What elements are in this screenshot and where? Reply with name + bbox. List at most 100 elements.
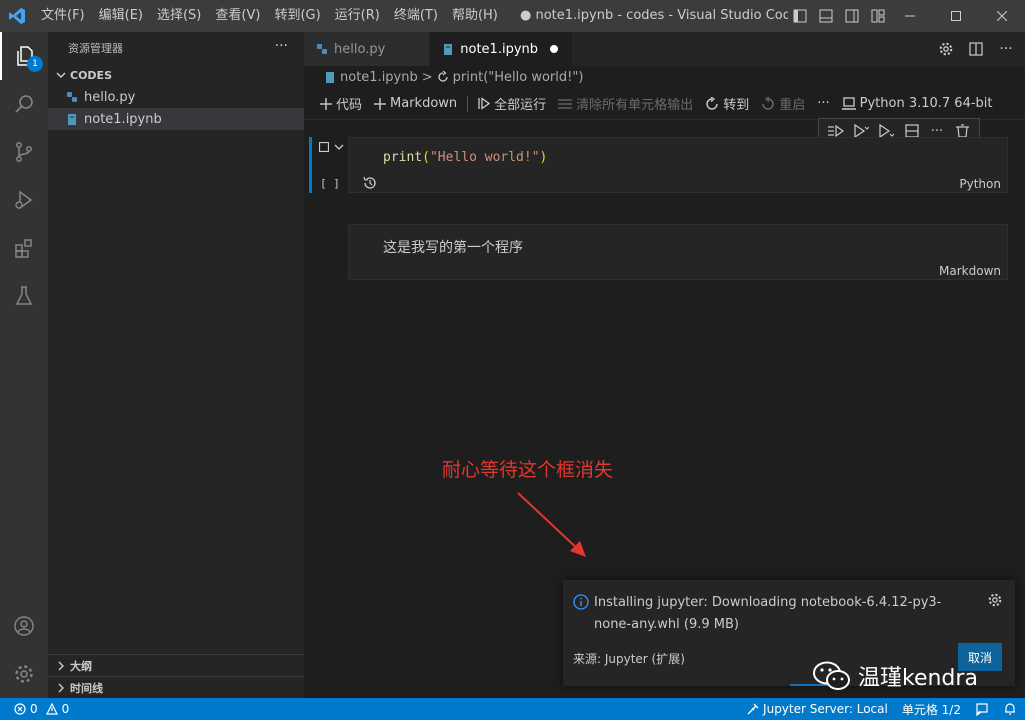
warning-count: 0 [61, 702, 70, 716]
outline-title: 大纲 [70, 659, 92, 673]
cell-language[interactable]: Python [959, 177, 1001, 191]
explorer-icon[interactable]: 1 [0, 32, 48, 80]
explorer-sidebar: 资源管理器 ··· CODES hello.py note1.ipynb 大纲 … [48, 32, 304, 698]
watermark-text: 温瑾kendra [858, 666, 978, 691]
maximize-icon[interactable] [933, 0, 979, 32]
info-icon [573, 594, 589, 614]
menu-run[interactable]: 运行(R) [328, 0, 387, 32]
restart-label: 重启 [779, 98, 806, 113]
run-all-icon [478, 97, 491, 110]
markdown-cell[interactable]: 这是我写的第一个程序 Markdown [348, 224, 1008, 280]
breadcrumb-symbol[interactable]: print("Hello world!") [453, 70, 584, 85]
menu-edit[interactable]: 编辑(E) [92, 0, 150, 32]
accounts-icon[interactable] [0, 602, 48, 650]
restart-icon [761, 96, 775, 111]
folder-section[interactable]: CODES [48, 64, 304, 86]
run-all-label: 全部运行 [494, 98, 547, 113]
execution-count: [ ] [320, 177, 340, 190]
file-item-hello-py[interactable]: hello.py [48, 86, 304, 108]
code-cell[interactable]: print("Hello world!") Python [348, 137, 1008, 193]
notification-settings-gear-icon[interactable] [987, 592, 1003, 612]
markdown-text: 这是我写的第一个程序 [383, 240, 523, 256]
tab-label: note1.ipynb [460, 41, 539, 57]
search-icon[interactable] [0, 80, 48, 128]
python-file-icon [64, 89, 80, 105]
toolbar-more-button[interactable]: ··· [811, 92, 835, 116]
toggle-sidebar-icon[interactable] [790, 6, 810, 26]
source-control-icon[interactable] [0, 128, 48, 176]
toggle-panel-icon[interactable] [816, 6, 836, 26]
manage-gear-icon[interactable] [0, 650, 48, 698]
kernel-picker[interactable]: Python 3.10.7 64-bit [836, 92, 999, 116]
testing-icon[interactable] [0, 272, 48, 320]
goto-button[interactable]: 转到 [699, 92, 755, 116]
file-item-note1-ipynb[interactable]: note1.ipynb [48, 108, 304, 130]
menu-selection[interactable]: 选择(S) [150, 0, 208, 32]
code-line[interactable]: print("Hello world!") [383, 150, 547, 165]
tab-note1-ipynb[interactable]: note1.ipynb [430, 32, 574, 66]
python-file-icon [316, 43, 328, 55]
menu-view[interactable]: 查看(V) [208, 0, 267, 32]
breadcrumb-file[interactable]: note1.ipynb [340, 70, 418, 85]
menu-help[interactable]: 帮助(H) [445, 0, 505, 32]
menu-go[interactable]: 转到(G) [267, 0, 327, 32]
notifications-bell-icon[interactable] [1003, 702, 1017, 716]
breadcrumb: note1.ipynb > print("Hello world!") [304, 66, 1025, 88]
code-token-function: print [383, 150, 423, 165]
vscode-logo-icon [0, 0, 34, 32]
add-markdown-cell-button[interactable]: Markdown [368, 92, 463, 116]
clear-outputs-button[interactable]: 清除所有单元格输出 [552, 92, 699, 116]
chevron-right-icon [54, 683, 68, 693]
cell-position[interactable]: 单元格 1/2 [902, 701, 961, 718]
outline-section[interactable]: 大纲 [48, 654, 304, 676]
annotation-arrow-icon [517, 492, 586, 557]
menu-file[interactable]: 文件(F) [34, 0, 92, 32]
settings-gear-icon[interactable] [935, 38, 957, 60]
jupyter-server-label: Jupyter Server: Local [763, 702, 888, 716]
restart-button[interactable]: 重启 [755, 92, 811, 116]
folder-name: CODES [70, 68, 112, 82]
title-bar: 文件(F) 编辑(E) 选择(S) 查看(V) 转到(G) 运行(R) 终端(T… [0, 0, 1025, 32]
notification-source: 来源: Jupyter (扩展) [573, 652, 685, 666]
clear-outputs-label: 清除所有单元格输出 [576, 98, 694, 113]
explorer-badge: 1 [27, 56, 43, 72]
timeline-title: 时间线 [70, 681, 103, 695]
editor-actions: ··· [935, 32, 1017, 66]
menu-bar: 文件(F) 编辑(E) 选择(S) 查看(V) 转到(G) 运行(R) 终端(T… [34, 0, 505, 32]
code-token-paren: ) [539, 150, 548, 165]
sidebar-more-button[interactable]: ··· [275, 38, 288, 54]
jupyter-server-status[interactable]: Jupyter Server: Local [747, 702, 888, 716]
window-controls [887, 0, 1025, 32]
unsaved-dot-icon[interactable] [550, 45, 559, 53]
cell-collapse-chevron-icon[interactable] [334, 141, 344, 156]
cell-checkbox-icon[interactable] [318, 141, 330, 156]
feedback-icon[interactable] [975, 702, 989, 716]
error-count: 0 [30, 702, 38, 716]
menu-terminal[interactable]: 终端(T) [387, 0, 445, 32]
timeline-section[interactable]: 时间线 [48, 676, 304, 698]
run-debug-icon[interactable] [0, 176, 48, 224]
cell-language[interactable]: Markdown [939, 264, 1001, 278]
tab-bar: hello.py note1.ipynb ··· [304, 32, 1025, 66]
split-editor-icon[interactable] [965, 38, 987, 60]
history-icon[interactable] [363, 176, 377, 194]
add-code-cell-button[interactable]: 代码 [314, 92, 368, 116]
notebook-file-icon [64, 111, 80, 127]
minimize-icon[interactable] [887, 0, 933, 32]
watermark: 温瑾kendra [812, 660, 978, 692]
chevron-down-icon [54, 70, 68, 80]
toggle-secondary-sidebar-icon[interactable] [842, 6, 862, 26]
error-icon [14, 703, 26, 715]
problems-indicator[interactable]: 0 0 [0, 702, 69, 716]
code-token-paren: ( [422, 150, 430, 165]
code-token-string: "Hello world!" [429, 150, 540, 165]
goto-label: 转到 [723, 98, 750, 113]
toolbar-divider [467, 95, 469, 112]
more-actions-icon[interactable]: ··· [995, 38, 1017, 60]
extensions-icon[interactable] [0, 224, 48, 272]
close-icon[interactable] [979, 0, 1025, 32]
plus-icon [374, 97, 387, 110]
run-all-button[interactable]: 全部运行 [472, 92, 552, 116]
tab-hello-py[interactable]: hello.py [304, 32, 431, 66]
customize-layout-icon[interactable] [868, 6, 888, 26]
